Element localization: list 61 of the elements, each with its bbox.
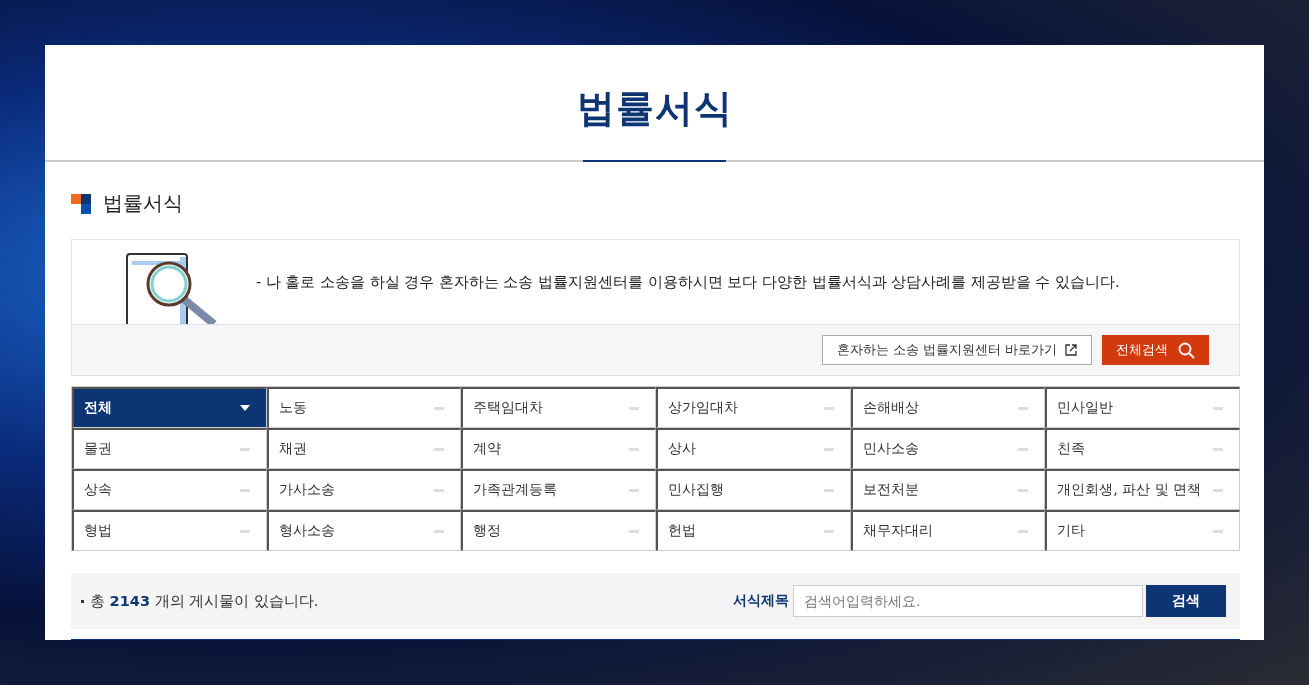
category-tab[interactable]: 기타 [1045, 510, 1240, 551]
dash-icon [239, 529, 250, 533]
dash-icon [1018, 406, 1029, 410]
notice-text: - 나 홀로 소송을 하실 경우 혼자하는 소송 법률지원센터를 이용하시면 보다 다양한 법률서식과 상담사례를 제공받을 수 있습니다. [256, 272, 1120, 292]
legal-center-link-button[interactable]: 혼자하는 소송 법률지원센터 바로가기 [821, 335, 1092, 365]
category-tab[interactable]: 주택임대차 [461, 387, 656, 428]
category-tab[interactable]: 채무자대리 [850, 510, 1046, 551]
external-link-icon [1065, 344, 1077, 356]
category-tab[interactable]: 계약 [461, 428, 656, 469]
category-tab[interactable]: 행정 [461, 510, 656, 551]
category-tab[interactable]: 보전처분 [850, 469, 1046, 510]
category-tab[interactable]: 민사일반 [1045, 387, 1240, 428]
dash-icon [1213, 447, 1223, 451]
field-label: 서식제목 [733, 592, 789, 610]
search-field[interactable]: 검색어입력하세요. [793, 585, 1143, 617]
section-icon [71, 193, 91, 214]
category-tab[interactable]: 민사집행 [656, 469, 851, 510]
category-tab[interactable]: 손해배상 [850, 387, 1046, 428]
search-icon [1178, 341, 1195, 359]
dash-icon [629, 406, 639, 410]
dash-icon [823, 488, 834, 492]
dash-icon [434, 406, 445, 410]
category-tab[interactable]: 개인회생, 파산 및 면책 [1045, 469, 1240, 510]
dash-icon [434, 447, 445, 451]
search-button[interactable]: 검색 [1146, 585, 1226, 617]
dash-icon [239, 447, 250, 451]
dash-icon [823, 447, 834, 451]
category-tab[interactable]: 형법 [72, 510, 267, 551]
category-tab[interactable]: 전체 [72, 387, 267, 428]
post-count-text: 총 2143 개의 게시물이 있습니다. [90, 591, 319, 611]
category-tab[interactable]: 민사소송 [850, 428, 1046, 469]
category-tab[interactable]: 물권 [72, 428, 267, 469]
category-tab[interactable]: 가족관계등록 [461, 469, 656, 510]
category-tab[interactable]: 친족 [1045, 428, 1240, 469]
category-tab[interactable]: 상속 [72, 469, 267, 510]
category-tab[interactable]: 노동 [266, 387, 462, 428]
category-tab[interactable]: 형사소송 [266, 510, 462, 551]
page-title: 법률서식 [576, 85, 733, 132]
dash-icon [629, 529, 639, 533]
dash-icon [629, 488, 639, 492]
dash-icon [434, 529, 445, 533]
category-tab[interactable]: 헌법 [656, 510, 851, 551]
category-tab[interactable]: 상가임대차 [656, 387, 851, 428]
category-tab[interactable]: 가사소송 [266, 469, 462, 510]
dash-icon [629, 447, 639, 451]
search-all-button[interactable]: 전체검색 [1102, 335, 1209, 365]
dash-icon [1018, 488, 1029, 492]
section-title: 법률서식 [103, 190, 183, 217]
dash-icon [1018, 447, 1029, 451]
dash-icon [1213, 529, 1223, 533]
dash-icon [434, 488, 445, 492]
dash-icon [239, 488, 250, 492]
dash-icon [1213, 406, 1223, 410]
dash-icon [823, 406, 834, 410]
dash-icon [1018, 529, 1029, 533]
dash-icon [823, 529, 834, 533]
category-tab[interactable]: 상사 [656, 428, 851, 469]
dash-icon [1213, 488, 1223, 492]
bullet-icon [81, 599, 84, 603]
category-tab[interactable]: 채권 [266, 428, 462, 469]
caret-down-icon [239, 405, 250, 411]
